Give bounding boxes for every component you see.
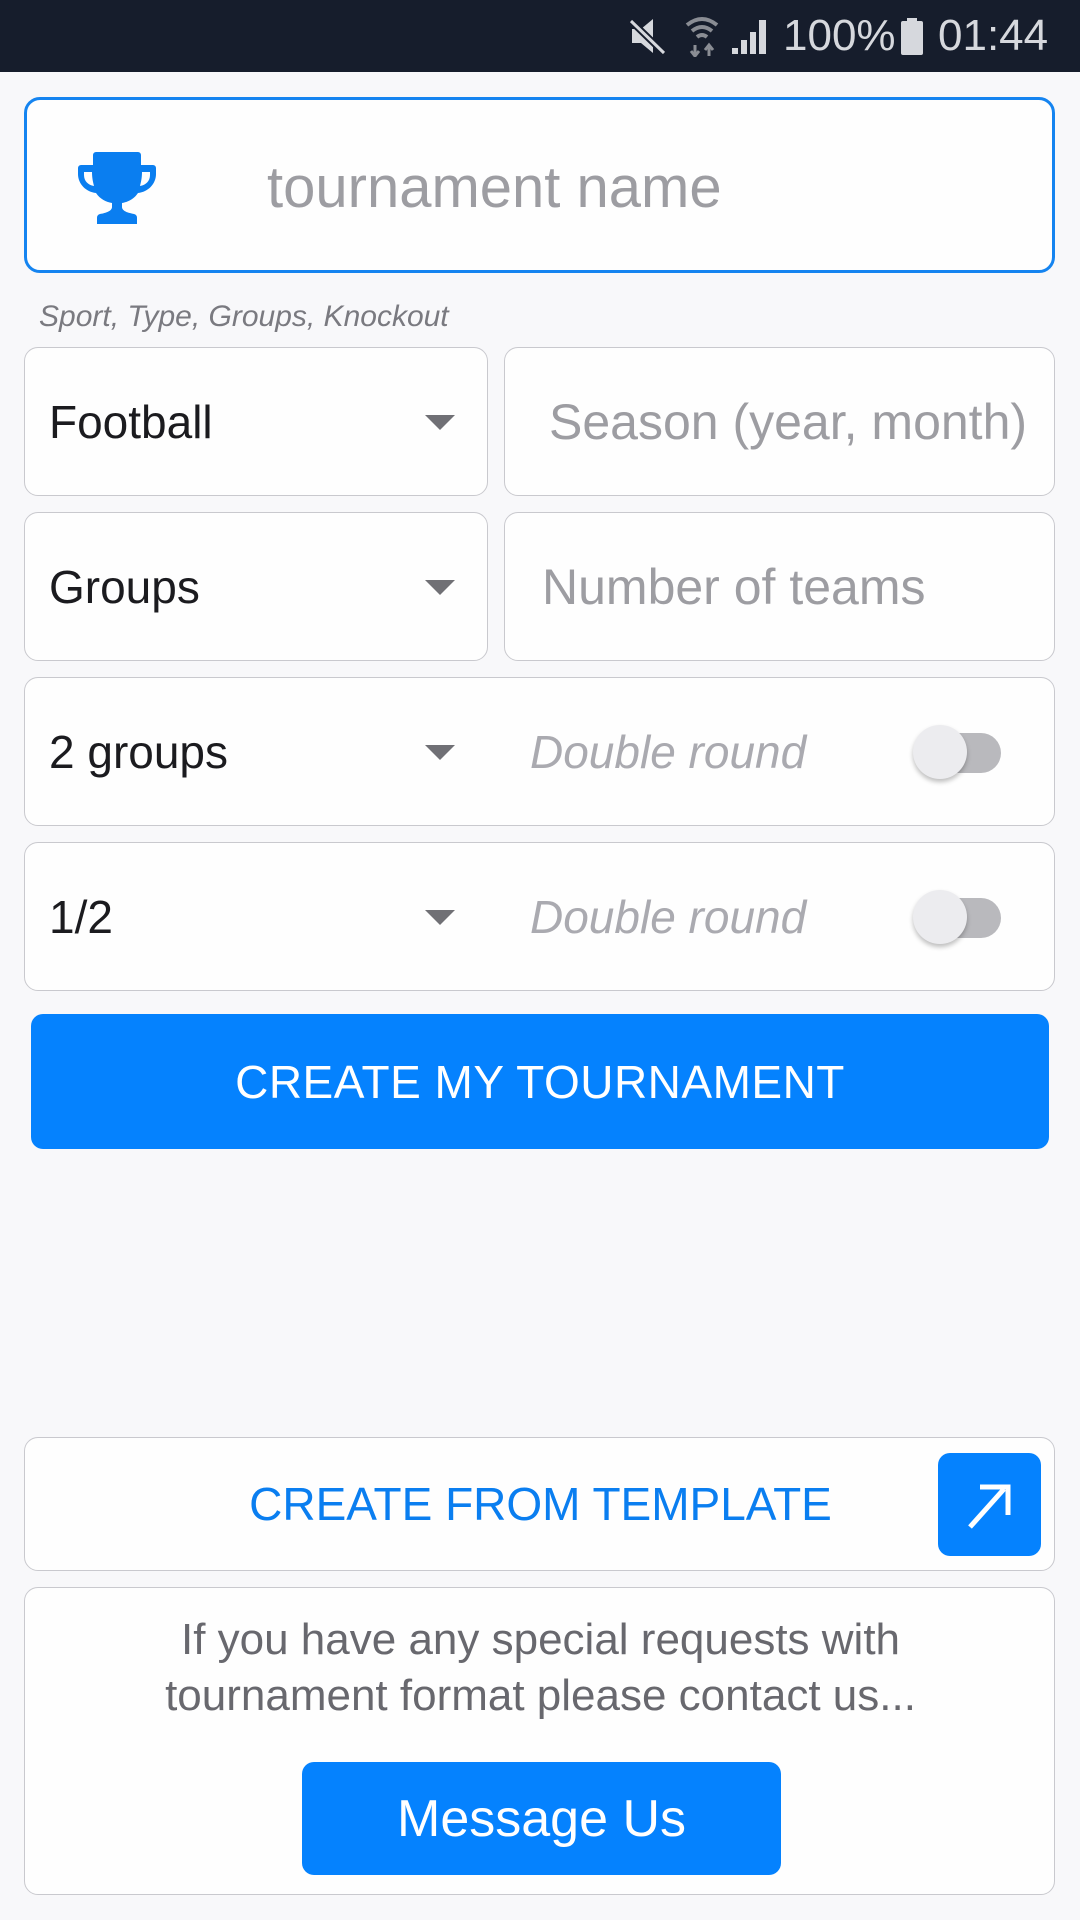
battery-percent: 100% [783, 11, 896, 60]
create-tournament-button[interactable]: CREATE MY TOURNAMENT [31, 1014, 1049, 1149]
groups-select-value: 2 groups [49, 725, 229, 778]
teams-field[interactable]: Number of teams [504, 512, 1055, 661]
season-placeholder: Season (year, month) [549, 393, 1028, 450]
arrow-up-right-icon [967, 1484, 1010, 1529]
signal-icon [732, 0, 770, 72]
knockout-select-value: 1/2 [49, 890, 113, 943]
teams-placeholder: Number of teams [542, 558, 926, 615]
contact-text: If you have any special requests with to… [25, 1612, 1056, 1724]
dropdown-caret-icon [425, 744, 455, 760]
sport-select[interactable]: Football [24, 347, 488, 496]
template-open-button[interactable] [938, 1453, 1041, 1556]
tournament-name-card [24, 97, 1055, 273]
contact-card: If you have any special requests with to… [24, 1587, 1055, 1895]
battery-icon [900, 0, 924, 72]
dropdown-caret-icon [425, 579, 455, 595]
season-field[interactable]: Season (year, month) [504, 347, 1055, 496]
status-bar: 100% 01:44 [0, 0, 1080, 72]
groups-double-round-label: Double round [530, 725, 807, 778]
sport-select-value: Football [49, 395, 213, 448]
knockout-double-round-label: Double round [530, 890, 807, 943]
contact-text-line: tournament format please contact us... [165, 1671, 916, 1720]
type-select-value: Groups [49, 560, 200, 613]
dropdown-caret-icon [425, 909, 455, 925]
trophy-icon [78, 152, 156, 224]
format-hint: Sport, Type, Groups, Knockout [39, 300, 449, 333]
dropdown-caret-icon [425, 414, 455, 430]
tournament-name-input[interactable] [267, 140, 1007, 234]
mute-icon [628, 0, 670, 72]
contact-text-line: If you have any special requests with [180, 1615, 901, 1664]
groups-double-round-toggle[interactable] [913, 724, 1013, 779]
create-from-template-button[interactable]: CREATE FROM TEMPLATE [24, 1437, 1055, 1571]
groups-row: 2 groups Double round [24, 677, 1055, 826]
knockout-row: 1/2 Double round [24, 842, 1055, 991]
clock: 01:44 [938, 11, 1049, 60]
message-us-button[interactable]: Message Us [302, 1762, 781, 1875]
wifi-icon [685, 0, 719, 72]
knockout-double-round-toggle[interactable] [913, 889, 1013, 944]
knockout-select[interactable]: 1/2 [25, 843, 465, 990]
groups-select[interactable]: 2 groups [25, 678, 465, 825]
type-select[interactable]: Groups [24, 512, 488, 661]
template-label: CREATE FROM TEMPLATE [249, 1478, 832, 1530]
